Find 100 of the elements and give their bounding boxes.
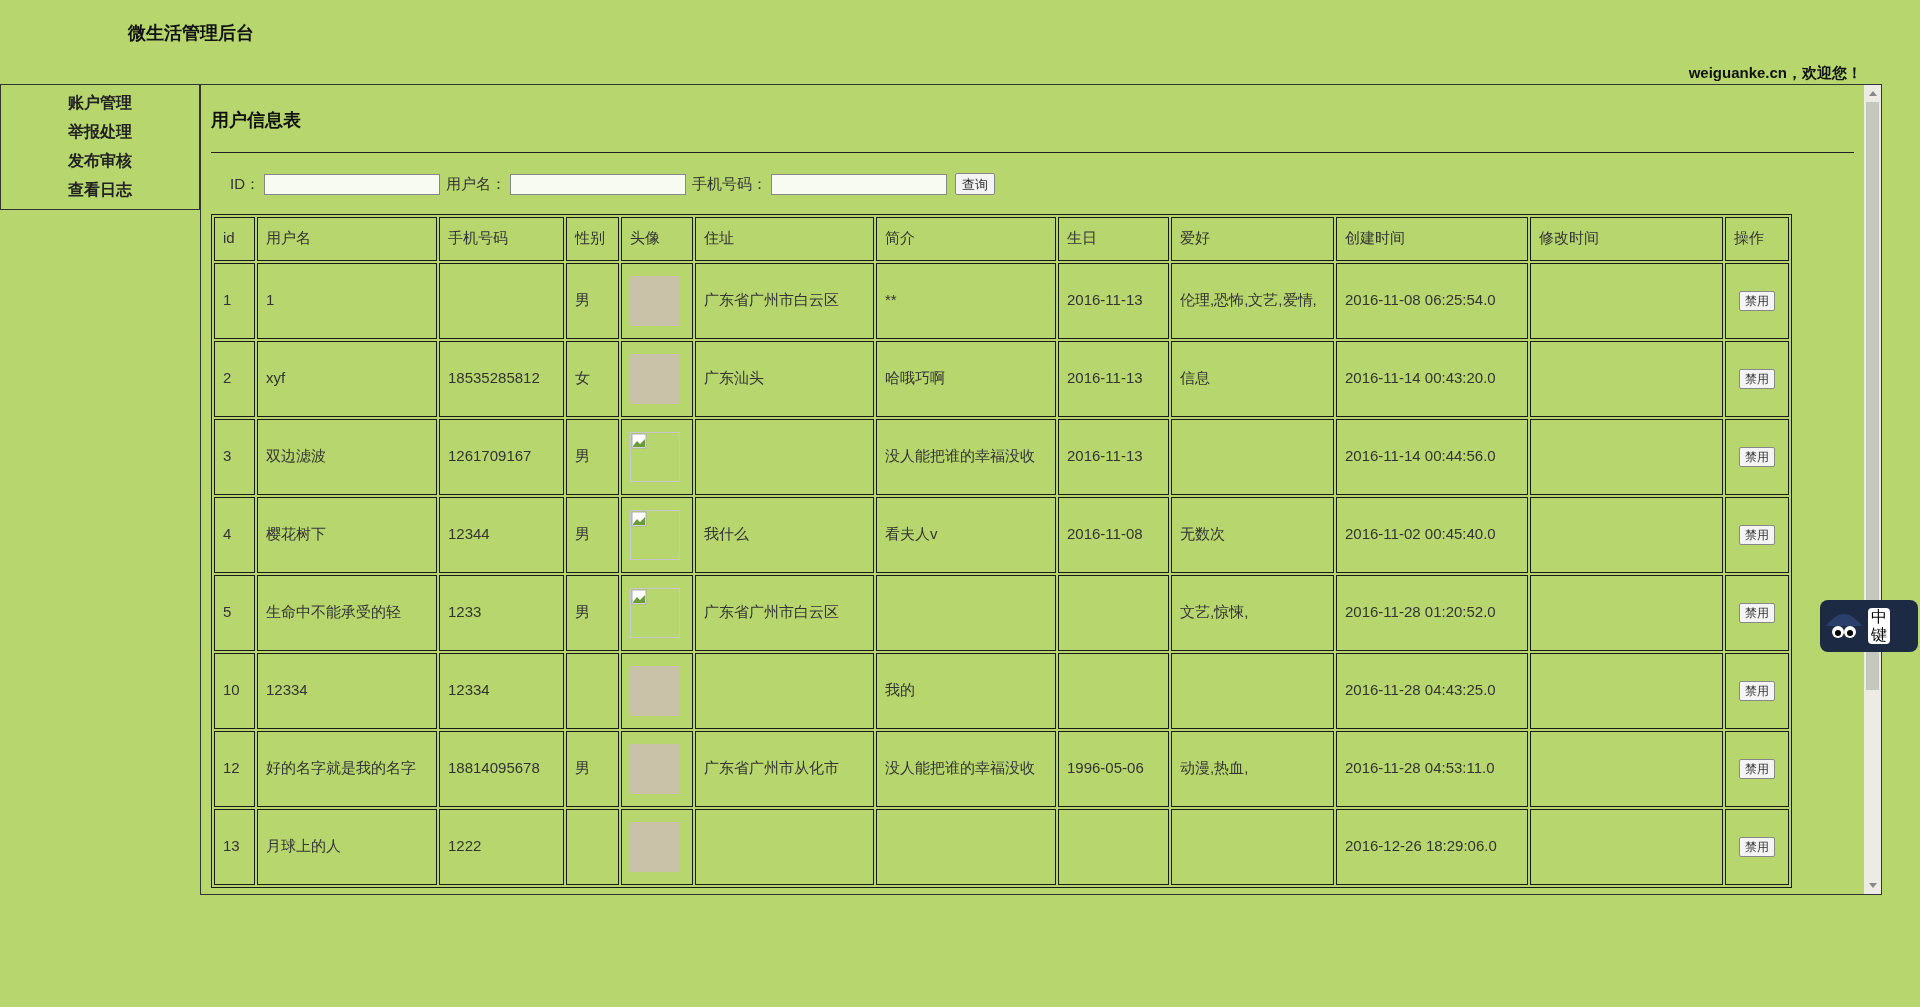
sidebar-link[interactable]: 举报处理	[68, 120, 132, 144]
scroll-down-icon[interactable]	[1868, 883, 1877, 888]
table-cell: 1222	[439, 808, 564, 885]
table-cell: 12344	[439, 496, 564, 573]
table-cell: 12334	[257, 652, 437, 729]
photo-placeholder	[630, 275, 680, 326]
disable-button[interactable]: 禁用	[1739, 603, 1775, 624]
table-cell: 13	[214, 808, 255, 885]
table-cell: xyf	[257, 340, 437, 417]
table-cell: 1233	[439, 574, 564, 651]
sidebar-link[interactable]: 查看日志	[68, 178, 132, 202]
table-cell: 1996-05-06	[1058, 730, 1169, 807]
table-cell: 10	[214, 652, 255, 729]
column-header: 用户名	[257, 216, 437, 261]
table-cell: 动漫,热血,	[1171, 730, 1334, 807]
table-cell: 男	[566, 730, 619, 807]
table-cell: 月球上的人	[257, 808, 437, 885]
query-button[interactable]: 查询	[955, 173, 995, 196]
column-header: id	[214, 216, 255, 261]
table-cell: 无数次	[1171, 496, 1334, 573]
search-input[interactable]	[264, 173, 440, 195]
welcome-text: weiguanke.cn，欢迎您！	[1688, 63, 1862, 83]
column-header: 简介	[876, 216, 1056, 261]
table-cell: **	[876, 262, 1056, 339]
photo-placeholder	[630, 743, 680, 794]
table-cell: 男	[566, 496, 619, 573]
table-cell: 12334	[439, 652, 564, 729]
table-cell: 没人能把谁的幸福没收	[876, 418, 1056, 495]
table-cell: 2016-11-14 00:43:20.0	[1336, 340, 1528, 417]
disable-button[interactable]: 禁用	[1739, 759, 1775, 780]
table-cell: 2016-11-02 00:45:40.0	[1336, 496, 1528, 573]
table-cell: 4	[214, 496, 255, 573]
table-cell: 5	[214, 574, 255, 651]
table-cell: 广东省广州市白云区	[695, 574, 874, 651]
table-cell: 18814095678	[439, 730, 564, 807]
table-cell: 广东省广州市从化市	[695, 730, 874, 807]
scroll-up-icon[interactable]	[1868, 91, 1877, 96]
column-header: 手机号码	[439, 216, 564, 261]
page-title: 用户信息表	[211, 109, 302, 132]
field-label: 用户名：	[446, 174, 506, 194]
table-cell: 1	[257, 262, 437, 339]
photo-placeholder	[630, 353, 680, 404]
field-label: ID：	[230, 174, 260, 194]
column-header: 修改时间	[1530, 216, 1723, 261]
broken-image-icon	[630, 509, 680, 560]
table-cell: 我的	[876, 652, 1056, 729]
table-cell: 2016-11-13	[1058, 340, 1169, 417]
field-label: 手机号码：	[692, 174, 767, 194]
table-cell: 我什么	[695, 496, 874, 573]
search-input[interactable]	[771, 173, 947, 195]
disable-button[interactable]: 禁用	[1739, 525, 1775, 546]
broken-image-icon	[630, 431, 680, 482]
table-cell: 2016-11-28 04:43:25.0	[1336, 652, 1528, 729]
table-cell: 2016-11-08 06:25:54.0	[1336, 262, 1528, 339]
photo-placeholder	[630, 665, 680, 716]
search-input[interactable]	[510, 173, 686, 195]
table-cell: 伦理,恐怖,文艺,爱情,	[1171, 262, 1334, 339]
table-cell: 哈哦巧啊	[876, 340, 1056, 417]
disable-button[interactable]: 禁用	[1739, 681, 1775, 702]
table-cell: 2016-12-26 18:29:06.0	[1336, 808, 1528, 885]
table-cell: 信息	[1171, 340, 1334, 417]
column-header: 头像	[621, 216, 693, 261]
disable-button[interactable]: 禁用	[1739, 291, 1775, 312]
table-cell: 广东汕头	[695, 340, 874, 417]
sidebar-link[interactable]: 发布审核	[68, 149, 132, 173]
disable-button[interactable]: 禁用	[1739, 837, 1775, 858]
ime-mode-text: 中	[1871, 608, 1887, 626]
table-cell: 生命中不能承受的轻	[257, 574, 437, 651]
site-title: 微生活管理后台	[128, 22, 254, 45]
table-cell: 12	[214, 730, 255, 807]
sidebar-link[interactable]: 账户管理	[68, 91, 132, 115]
table-cell: 男	[566, 262, 619, 339]
column-header: 爱好	[1171, 216, 1334, 261]
table-cell: 男	[566, 574, 619, 651]
photo-placeholder	[630, 821, 680, 872]
table-cell: 2016-11-28 01:20:52.0	[1336, 574, 1528, 651]
column-header: 性别	[566, 216, 619, 261]
ime-toolbar[interactable]: 中 键	[1820, 600, 1918, 652]
column-header: 操作	[1725, 216, 1789, 261]
table-cell: 2016-11-08	[1058, 496, 1169, 573]
table-cell: 樱花树下	[257, 496, 437, 573]
column-header: 住址	[695, 216, 874, 261]
table-cell: 2016-11-13	[1058, 262, 1169, 339]
table-cell: 好的名字就是我的名字	[257, 730, 437, 807]
table-cell: 2016-11-28 04:53:11.0	[1336, 730, 1528, 807]
table-cell: 3	[214, 418, 255, 495]
ime-key-text: 键	[1871, 626, 1887, 644]
table-cell: 2016-11-14 00:44:56.0	[1336, 418, 1528, 495]
table-cell: 2	[214, 340, 255, 417]
disable-button[interactable]: 禁用	[1739, 369, 1775, 390]
table-cell: 没人能把谁的幸福没收	[876, 730, 1056, 807]
disable-button[interactable]: 禁用	[1739, 447, 1775, 468]
column-header: 生日	[1058, 216, 1169, 261]
table-cell: 看夫人v	[876, 496, 1056, 573]
table-cell: 双边滤波	[257, 418, 437, 495]
table-cell: 18535285812	[439, 340, 564, 417]
table-cell: 文艺,惊悚,	[1171, 574, 1334, 651]
broken-image-icon	[630, 587, 680, 638]
table-cell: 1261709167	[439, 418, 564, 495]
table-cell: 广东省广州市白云区	[695, 262, 874, 339]
